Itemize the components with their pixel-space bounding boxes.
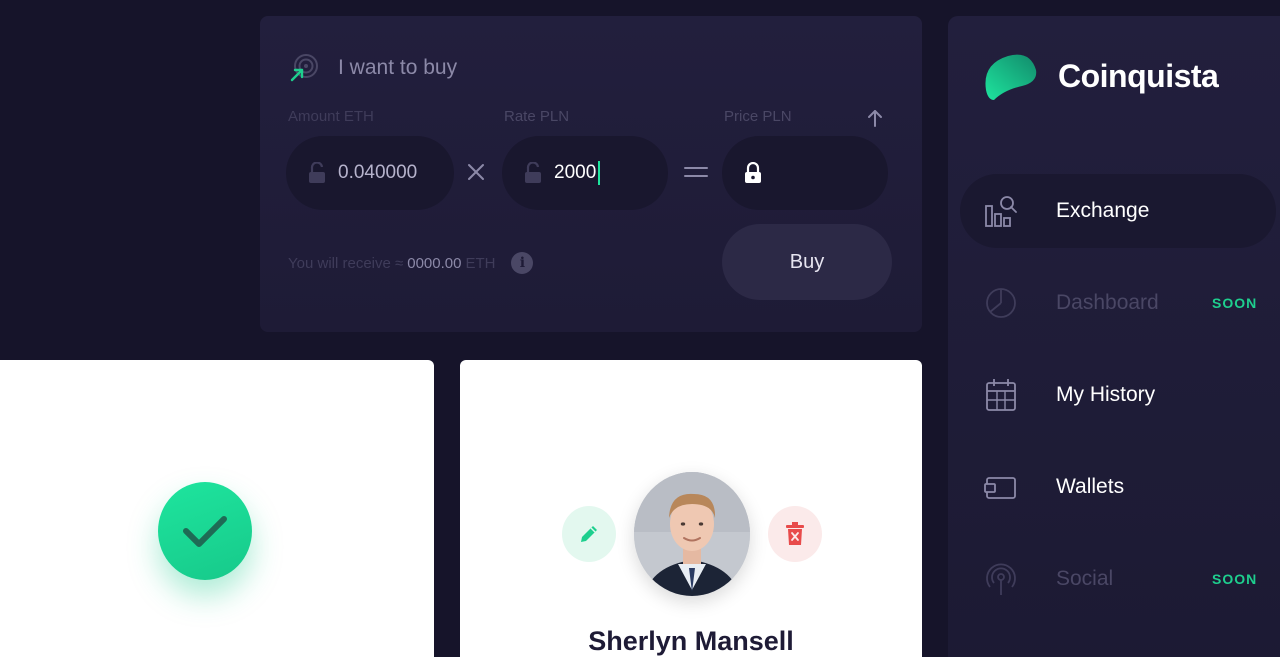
receive-summary: You will receive ≈ 0000.00 ETH i [288,252,534,274]
unlock-icon[interactable] [524,162,542,184]
sidebar-item-dashboard[interactable]: Dashboard SOON [960,266,1276,340]
sidebar-item-label: My History [1056,383,1156,406]
wallet-icon [984,477,1016,499]
price-label: Price PLN [724,108,792,125]
coinquista-logo-icon [985,54,1037,100]
soon-badge: SOON [1212,571,1258,587]
sidebar-item-label: Social [1056,567,1114,590]
delete-button[interactable] [768,506,822,562]
broadcast-icon [986,563,1016,595]
lock-icon[interactable] [744,162,762,184]
pie-chart-icon [986,288,1016,318]
sidebar-item-label: Wallets [1056,475,1125,498]
amount-label: Amount ETH [288,108,374,125]
soon-badge: SOON [1212,295,1258,311]
avatar [634,472,750,596]
text-caret [598,161,601,185]
buy-panel: I want to buy Amount ETH Rate PLN Price … [260,16,922,332]
exchange-icon [985,196,1017,227]
user-name: Sherlyn Mansell [588,626,794,656]
buy-title: I want to buy [338,56,458,79]
price-input[interactable] [722,136,888,210]
multiply-icon [468,164,484,180]
person-photo [634,472,750,596]
arrow-up-icon[interactable] [866,108,884,128]
unlock-icon[interactable] [308,162,326,184]
checkmark-icon [183,516,227,547]
sidebar-item-label: Exchange [1056,199,1150,222]
buy-header: I want to buy [288,52,457,84]
amount-input[interactable]: 0.040000 [286,136,454,210]
rate-input[interactable]: 2000 [502,136,668,210]
edit-button[interactable] [562,506,616,562]
sidebar-item-wallets[interactable]: Wallets [960,450,1276,524]
sidebar: Coinquista Exchange Dashboard SOON My Hi… [948,16,1280,657]
trash-icon [786,522,804,545]
success-badge [158,482,252,580]
buy-button[interactable]: Buy [722,224,892,300]
info-icon[interactable]: i [511,252,534,274]
brand-logo[interactable]: Coinquista [982,50,1219,102]
sidebar-item-social[interactable]: Social SOON [960,542,1276,616]
calendar-icon [986,379,1016,411]
amount-value: 0.040000 [338,162,418,183]
sidebar-item-label: Dashboard [1056,291,1159,314]
sidebar-item-exchange[interactable]: Exchange [960,174,1276,248]
rate-label: Rate PLN [504,108,570,125]
receive-prefix: You will receive ≈ [288,254,404,272]
brand-name: Coinquista [1058,57,1219,94]
receive-unit: ETH [465,254,496,272]
pencil-icon [581,526,597,542]
success-card [0,360,434,657]
rate-value: 2000 [554,162,597,183]
equals-icon [684,167,708,177]
target-arrow-icon [290,54,318,82]
sidebar-item-my-history[interactable]: My History [960,358,1276,432]
receive-amount: 0000.00 [407,254,462,272]
profile-card: Sherlyn Mansell [460,360,922,657]
